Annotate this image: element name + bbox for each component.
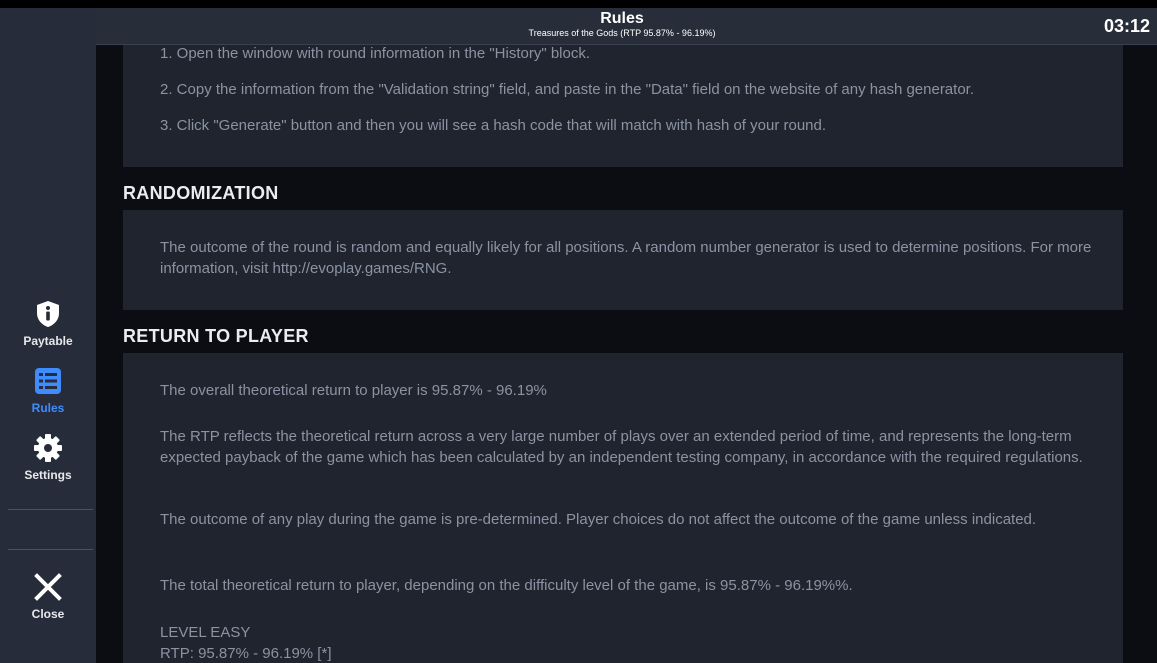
sidebar-item-paytable[interactable]: Paytable xyxy=(0,299,96,348)
sidebar-divider xyxy=(8,549,93,550)
close-icon xyxy=(34,573,62,601)
randomization-panel: The outcome of the round is random and e… xyxy=(123,210,1123,310)
info-shield-icon xyxy=(37,301,59,327)
rtp-heading: RETURN TO PLAYER xyxy=(123,326,309,346)
top-strip xyxy=(0,0,1157,8)
scrollbar[interactable] xyxy=(1131,45,1157,663)
rtp-total: The total theoretical return to player, … xyxy=(160,577,853,594)
game-subtitle: Treasures of the Gods (RTP 95.87% - 96.1… xyxy=(528,28,716,38)
page-title: Rules xyxy=(600,10,644,27)
sidebar-item-rules[interactable]: Rules xyxy=(0,366,96,415)
hash-steps-panel: 1. Open the window with round informatio… xyxy=(123,45,1123,167)
hash-step-3: 3. Click "Generate" button and then you … xyxy=(160,117,827,134)
close-label: Close xyxy=(31,607,65,621)
hash-step-1: 1. Open the window with round informatio… xyxy=(160,45,591,62)
sidebar-item-label: Settings xyxy=(24,468,72,482)
sidebar: Paytable Rules Settings Close xyxy=(0,8,96,663)
close-button[interactable]: Close xyxy=(0,572,96,621)
sidebar-item-settings[interactable]: Settings xyxy=(0,433,96,482)
rtp-overall: The overall theoretical return to player… xyxy=(160,382,547,399)
rtp-panel: The overall theoretical return to player… xyxy=(123,353,1123,663)
level-name: LEVEL EASY xyxy=(160,624,251,641)
rules-content[interactable]: 1. Open the window with round informatio… xyxy=(96,45,1157,663)
header-bar: Rules Treasures of the Gods (RTP 95.87% … xyxy=(96,8,1157,45)
randomization-text: The outcome of the round is random and e… xyxy=(160,239,1092,277)
randomization-heading: RANDOMIZATION xyxy=(123,183,279,203)
sidebar-item-label: Rules xyxy=(31,401,65,415)
sidebar-divider xyxy=(8,509,93,510)
hash-step-2: 2. Copy the information from the "Valida… xyxy=(160,81,974,98)
gear-icon xyxy=(34,434,62,462)
rtp-predetermined: The outcome of any play during the game … xyxy=(160,511,1037,528)
rtp-description: The RTP reflects the theoretical return … xyxy=(160,428,1083,466)
list-icon xyxy=(35,368,61,394)
sidebar-item-label: Paytable xyxy=(23,334,73,348)
level-rtp: RTP: 95.87% - 96.19% [*] xyxy=(160,645,332,662)
clock: 03:12 xyxy=(1103,16,1150,36)
